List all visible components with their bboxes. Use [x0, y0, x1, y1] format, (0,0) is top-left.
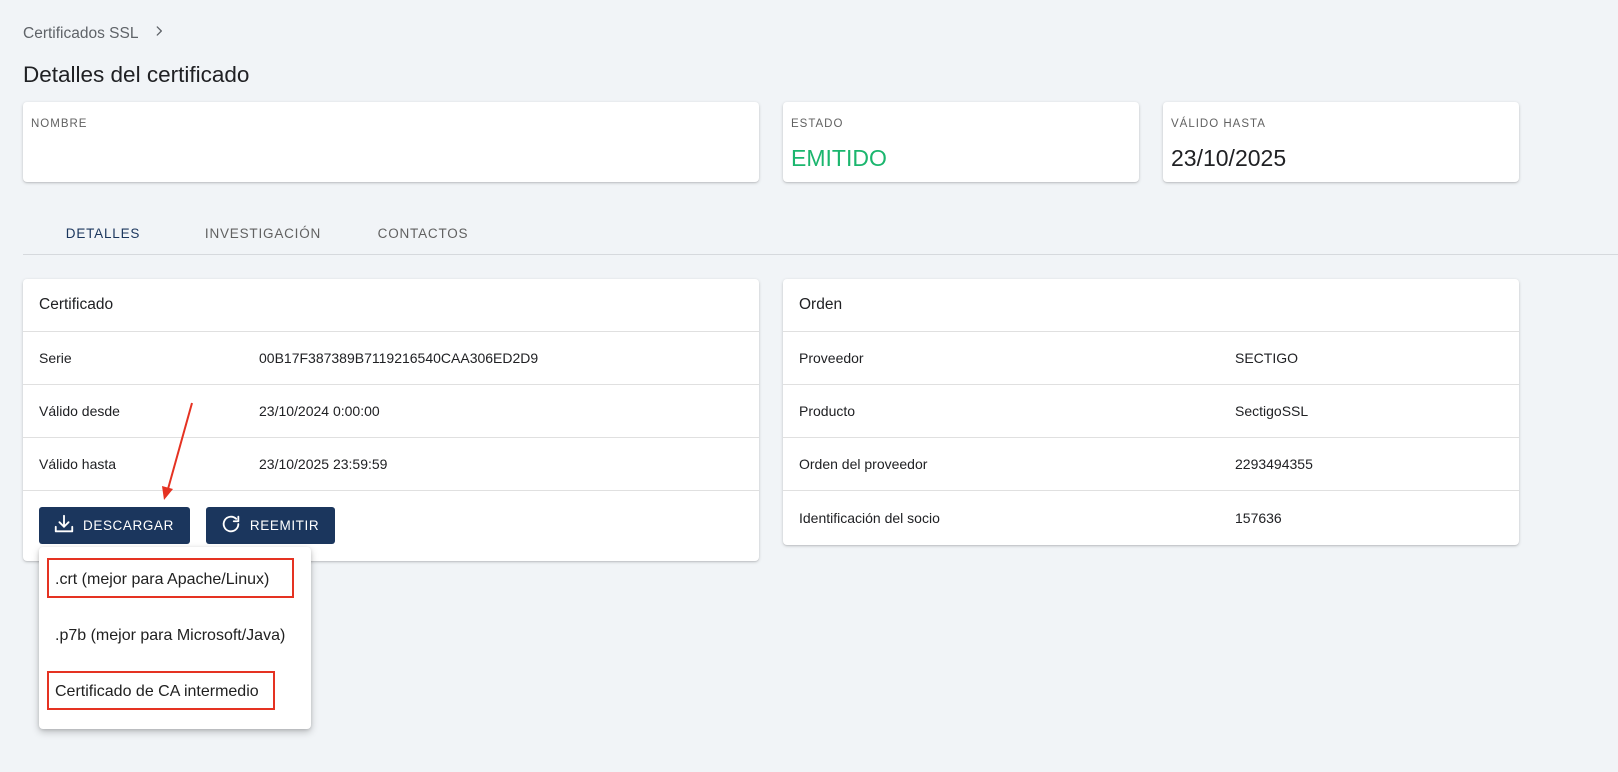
menu-item-crt[interactable]: .crt (mejor para Apache/Linux): [55, 571, 269, 589]
table-row: Proveedor SECTIGO: [783, 332, 1519, 385]
table-row: Válido desde 23/10/2024 0:00:00: [23, 385, 759, 438]
order-panel-title: Orden: [783, 279, 1519, 332]
download-icon: [53, 513, 75, 538]
menu-item-p7b[interactable]: .p7b (mejor para Microsoft/Java): [55, 627, 285, 645]
tab-bar: DETALLES INVESTIGACIÓN CONTACTOS: [23, 212, 1618, 255]
provider-label: Proveedor: [799, 350, 864, 366]
valid-to-label: Válido hasta: [39, 456, 117, 472]
valid-until-value: 23/10/2025: [1171, 145, 1287, 171]
table-row: Identificación del socio 157636: [783, 491, 1519, 544]
download-button[interactable]: DESCARGAR: [39, 507, 190, 544]
table-row: Orden del proveedor 2293494355: [783, 438, 1519, 491]
order-panel: Orden Proveedor SECTIGO Producto Sectigo…: [783, 279, 1519, 545]
valid-until-label: VÁLIDO HASTA: [1171, 118, 1266, 130]
product-value: SectigoSSL: [1235, 403, 1309, 419]
download-menu: .crt (mejor para Apache/Linux) .p7b (mej…: [39, 547, 311, 729]
reissue-button-label: REEMITIR: [249, 518, 320, 533]
serial-value: 00B17F387389B7119216540CAA306ED2D9: [259, 350, 539, 366]
download-button-label: DESCARGAR: [83, 518, 174, 533]
tab-details[interactable]: DETALLES: [23, 212, 183, 254]
provider-order-label: Orden del proveedor: [799, 456, 928, 472]
reissue-button[interactable]: REEMITIR: [205, 507, 336, 544]
status-badge: EMITIDO: [791, 145, 887, 171]
status-label: ESTADO: [791, 118, 844, 130]
chevron-right-icon: [152, 24, 166, 43]
name-label: NOMBRE: [31, 118, 88, 130]
partner-id-label: Identificación del socio: [799, 509, 940, 526]
provider-value: SECTIGO: [1235, 350, 1299, 366]
tab-contacts[interactable]: CONTACTOS: [343, 212, 503, 254]
product-label: Producto: [799, 403, 856, 419]
partner-id-value: 157636: [1235, 509, 1282, 526]
page-title: Detalles del certificado: [23, 62, 250, 87]
table-row: Producto SectigoSSL: [783, 385, 1519, 438]
certificate-panel-title: Certificado: [23, 279, 759, 332]
breadcrumb: Certificados SSL: [23, 24, 166, 43]
table-row: Válido hasta 23/10/2025 23:59:59: [23, 438, 759, 491]
refresh-icon: [220, 513, 242, 538]
menu-item-intermediate-ca[interactable]: Certificado de CA intermedio: [55, 683, 259, 701]
tab-investigation[interactable]: INVESTIGACIÓN: [183, 212, 343, 254]
certificate-panel: Certificado Serie 00B17F387389B711921654…: [23, 279, 759, 561]
serial-label: Serie: [39, 350, 72, 366]
valid-from-value: 23/10/2024 0:00:00: [259, 403, 380, 419]
name-card: NOMBRE: [23, 102, 759, 182]
breadcrumb-item-ssl-certificates[interactable]: Certificados SSL: [23, 25, 138, 43]
valid-from-label: Válido desde: [39, 403, 120, 419]
valid-to-value: 23/10/2025 23:59:59: [259, 456, 388, 472]
table-row: Serie 00B17F387389B7119216540CAA306ED2D9: [23, 332, 759, 385]
provider-order-value: 2293494355: [1235, 456, 1313, 472]
valid-until-card: VÁLIDO HASTA 23/10/2025: [1163, 102, 1519, 182]
status-card: ESTADO EMITIDO: [783, 102, 1139, 182]
